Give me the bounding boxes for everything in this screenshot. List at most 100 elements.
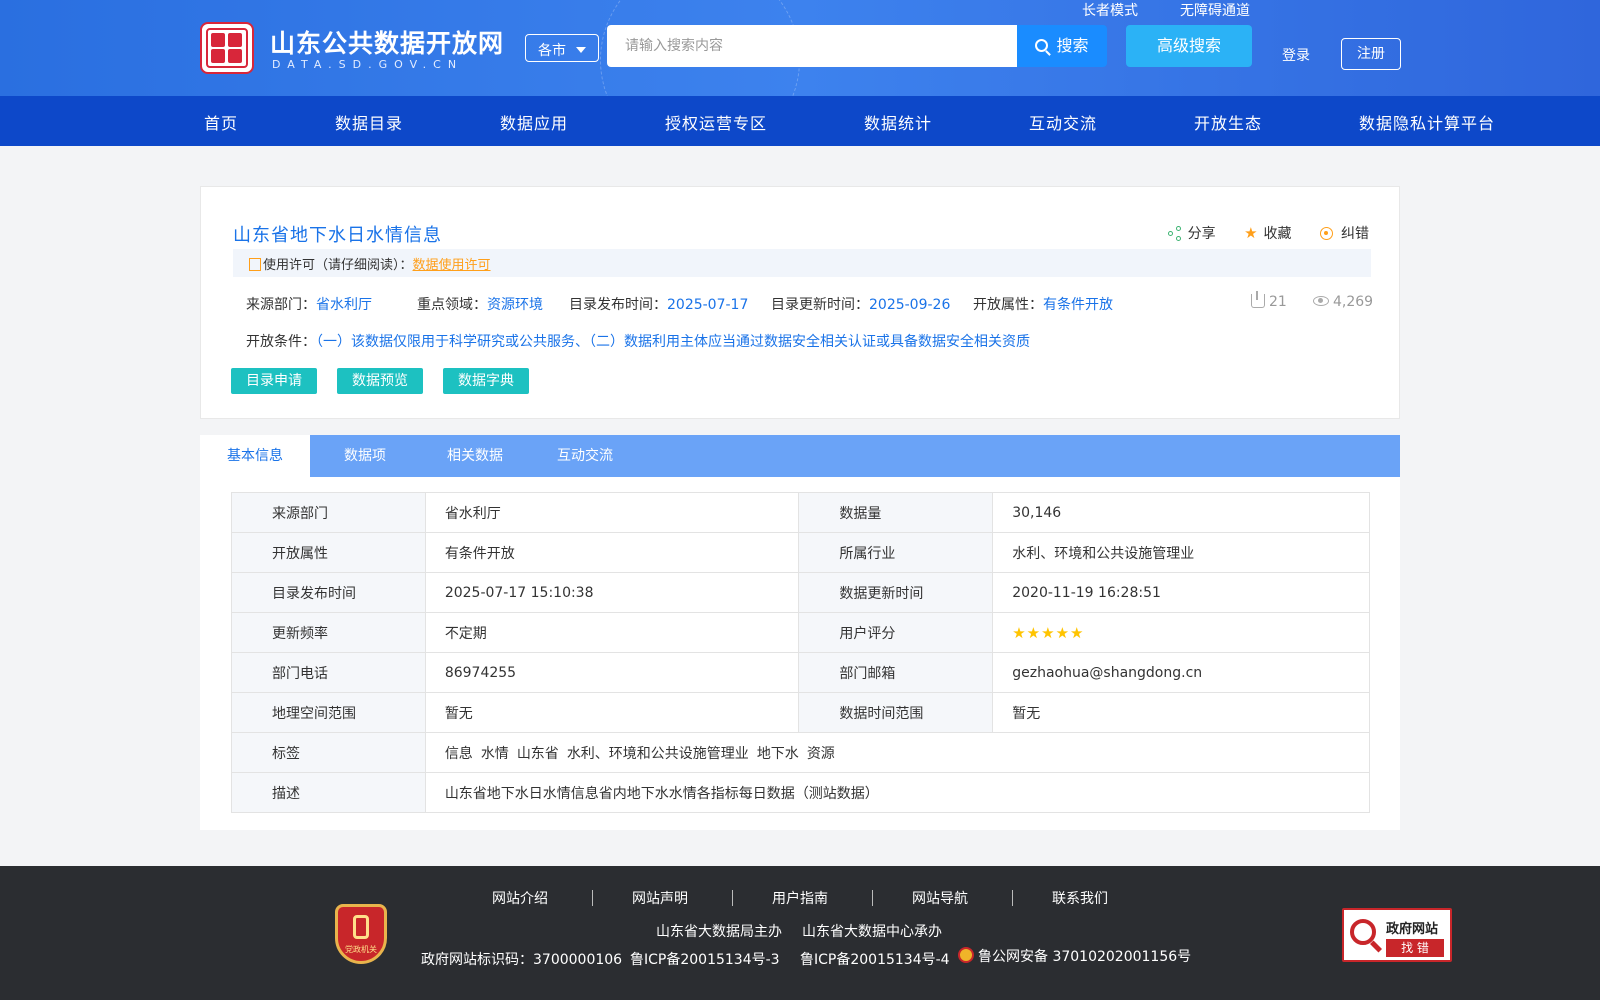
nav-open-ecosystem[interactable]: 开放生态: [1194, 110, 1262, 134]
tab-data-items[interactable]: 数据项: [310, 435, 420, 477]
footer-link-contact[interactable]: 联系我们: [1052, 888, 1108, 908]
download-count: 21: [1251, 291, 1287, 310]
meta-update-time: 目录更新时间：2025-09-26: [771, 294, 950, 314]
footer-link-sitemap[interactable]: 网站导航: [912, 888, 968, 908]
city-select[interactable]: 各市: [525, 34, 599, 62]
user-rating[interactable]: ★★★★★: [992, 612, 1370, 653]
info-key: 部门电话: [231, 652, 426, 693]
nav-authorized-ops[interactable]: 授权运营专区: [665, 110, 767, 134]
report-label: 纠错: [1341, 226, 1369, 242]
tab-related-data[interactable]: 相关数据: [420, 435, 530, 477]
party-government-badge[interactable]: 党政机关: [335, 904, 387, 964]
star-icon[interactable]: ★: [1027, 624, 1040, 642]
table-row: 部门电话 86974255 部门邮箱 gezhaohua@shangdong.c…: [231, 652, 1370, 693]
advanced-search-button[interactable]: 高级搜索: [1126, 25, 1252, 67]
dataset-actions: 分享 ★ 收藏 纠错: [1144, 223, 1369, 243]
site-logo[interactable]: [200, 22, 254, 74]
table-row: 更新频率 不定期 用户评分 ★★★★★: [231, 612, 1370, 653]
meta-source-value[interactable]: 省水利厅: [316, 297, 372, 313]
tab-interaction[interactable]: 互动交流: [530, 435, 640, 477]
info-value: 2025-07-17 15:10:38: [424, 572, 800, 613]
star-icon[interactable]: ★: [1056, 624, 1069, 642]
meta-domain-value[interactable]: 资源环境: [487, 297, 543, 313]
site-title[interactable]: 山东公共数据开放网: [270, 24, 504, 60]
info-key: 描述: [231, 772, 426, 813]
report-icon: [1320, 227, 1333, 240]
accessibility-link[interactable]: 无障碍通道: [1180, 0, 1250, 20]
open-condition: 开放条件：（一）该数据仅限用于科学研究或公共服务、（二）数据利用主体应当通过数据…: [246, 331, 1030, 351]
nav-home[interactable]: 首页: [204, 110, 238, 134]
report-error-button[interactable]: 纠错: [1320, 226, 1369, 242]
site-subtitle: DATA.SD.GOV.CN: [272, 58, 464, 71]
download-icon: [1251, 291, 1265, 308]
register-button[interactable]: 注册: [1341, 38, 1401, 70]
info-key: 开放属性: [231, 532, 426, 573]
star-icon[interactable]: ★: [1041, 624, 1054, 642]
search-button[interactable]: 搜索: [1017, 25, 1107, 67]
download-count-value: 21: [1269, 294, 1287, 310]
eye-icon: [1313, 296, 1329, 306]
footer-site-id: 政府网站标识码：3700000106: [421, 952, 623, 968]
description-value: 山东省地下水日水情信息省内地下水水情各指标每日数据（测站数据）: [424, 772, 1371, 813]
share-button[interactable]: 分享: [1167, 226, 1220, 242]
footer-icp-2[interactable]: 鲁ICP备20015134号-4: [800, 949, 950, 969]
meta-update-value: 2025-09-26: [869, 297, 951, 313]
meta-publish-value: 2025-07-17: [667, 297, 749, 313]
footer-divider: [592, 890, 593, 906]
search-input[interactable]: [607, 25, 1017, 67]
meta-open-value: 有条件开放: [1043, 297, 1113, 313]
table-row: 描述 山东省地下水日水情信息省内地下水水情各指标每日数据（测站数据）: [231, 772, 1371, 813]
footer-police-record[interactable]: 鲁公网安备 37010202001156号: [958, 946, 1191, 966]
nav-interaction[interactable]: 互动交流: [1029, 110, 1097, 134]
tag[interactable]: 水情: [481, 746, 509, 762]
dataset-title: 山东省地下水日水情信息: [233, 225, 442, 246]
login-link[interactable]: 登录: [1282, 45, 1310, 65]
info-key: 更新频率: [231, 612, 426, 653]
license-bar: 使用许可（请仔细阅读）：数据使用许可: [233, 249, 1371, 277]
license-link[interactable]: 数据使用许可: [413, 258, 491, 273]
nav-data-catalog[interactable]: 数据目录: [335, 110, 403, 134]
footer-divider: [732, 890, 733, 906]
gov-site-error-report-badge[interactable]: 政府网站 找 错: [1342, 908, 1452, 962]
dataset-summary-card: 山东省地下水日水情信息 分享 ★ 收藏 纠错 使用许可（请仔细阅读）：数据使用许可…: [200, 186, 1400, 419]
nav-data-stats[interactable]: 数据统计: [864, 110, 932, 134]
apply-catalog-button[interactable]: 目录申请: [231, 368, 317, 394]
footer-link-guide[interactable]: 用户指南: [772, 888, 828, 908]
tag[interactable]: 信息: [445, 746, 473, 762]
elder-mode-link[interactable]: 长者模式: [1082, 0, 1138, 20]
star-icon[interactable]: ★: [1012, 624, 1025, 642]
footer-organizer: 山东省大数据中心承办: [802, 924, 942, 940]
main-nav: 首页 数据目录 数据应用 授权运营专区 数据统计 互动交流 开放生态 数据隐私计…: [0, 96, 1600, 146]
tab-bar: 基本信息 数据项 相关数据 互动交流: [200, 435, 1400, 477]
tag[interactable]: 水利、环境和公共设施管理业: [567, 746, 749, 762]
tab-basic-info[interactable]: 基本信息: [200, 435, 310, 477]
favorite-button[interactable]: ★ 收藏: [1244, 224, 1296, 242]
footer-link-about[interactable]: 网站介绍: [492, 888, 548, 908]
star-icon[interactable]: ★: [1070, 624, 1083, 642]
data-dictionary-button[interactable]: 数据字典: [443, 368, 529, 394]
tag[interactable]: 山东省: [517, 746, 559, 762]
detail-panel: 基本信息 数据项 相关数据 互动交流 来源部门 省水利厅 数据量 30,146 …: [200, 435, 1400, 830]
top-header: 山东公共数据开放网 DATA.SD.GOV.CN 各市 搜索 高级搜索 长者模式…: [0, 0, 1600, 96]
meta-source: 来源部门：省水利厅: [246, 294, 372, 314]
emblem-icon: [353, 915, 369, 939]
rating-stars[interactable]: ★★★★★: [1012, 624, 1084, 642]
nav-privacy-computing[interactable]: 数据隐私计算平台: [1359, 110, 1495, 134]
tag[interactable]: 地下水: [757, 746, 799, 762]
tag[interactable]: 资源: [807, 746, 835, 762]
preview-data-button[interactable]: 数据预览: [337, 368, 423, 394]
meta-publish-label: 目录发布时间：: [569, 297, 667, 313]
search-icon: [1035, 39, 1049, 52]
view-count: 4,269: [1313, 294, 1373, 310]
footer-icp-1[interactable]: 鲁ICP备20015134号-3: [630, 949, 780, 969]
meta-source-label: 来源部门：: [246, 297, 316, 313]
nav-data-apps[interactable]: 数据应用: [500, 110, 568, 134]
info-key: 数据时间范围: [798, 692, 994, 733]
caret-down-icon: [576, 47, 586, 53]
table-row: 地理空间范围 暂无 数据时间范围 暂无: [231, 692, 1370, 733]
info-value: 不定期: [424, 612, 800, 653]
gov-error-title: 政府网站: [1386, 922, 1439, 937]
footer-link-statement[interactable]: 网站声明: [632, 888, 688, 908]
info-value: gezhaohua@shangdong.cn: [992, 652, 1370, 693]
info-key: 地理空间范围: [231, 692, 426, 733]
